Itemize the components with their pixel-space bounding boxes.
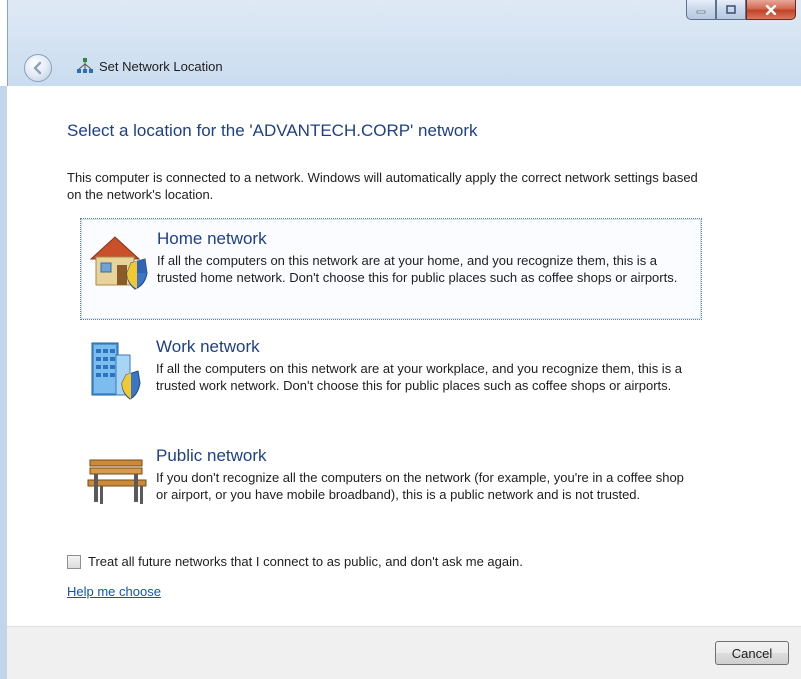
page-heading: Select a location for the 'ADVANTECH.COR… bbox=[67, 121, 478, 140]
minimize-button[interactable] bbox=[686, 0, 716, 20]
help-me-choose-link[interactable]: Help me choose bbox=[67, 584, 161, 599]
title-bar: Set Network Location bbox=[8, 0, 801, 87]
maximize-button[interactable] bbox=[716, 0, 746, 20]
back-button[interactable] bbox=[24, 54, 52, 82]
work-network-description: If all the computers on this network are… bbox=[156, 361, 683, 393]
work-network-option[interactable]: Work network If all the computers on thi… bbox=[80, 327, 700, 427]
treat-public-checkbox-label: Treat all future networks that I connect… bbox=[88, 554, 523, 569]
home-network-title: Home network bbox=[157, 229, 267, 248]
close-icon bbox=[765, 4, 777, 15]
home-network-description: If all the computers on this network are… bbox=[157, 253, 678, 285]
treat-public-checkbox[interactable] bbox=[67, 554, 81, 569]
work-network-icon bbox=[86, 337, 152, 403]
public-network-description: If you don't recognize all the computers… bbox=[156, 470, 684, 502]
window-frame-left bbox=[0, 86, 7, 679]
set-network-location-window: Set Network Location Select a location f… bbox=[0, 0, 801, 679]
intro-text: This computer is connected to a network.… bbox=[67, 170, 698, 202]
close-button[interactable] bbox=[746, 0, 796, 20]
dialog-footer: Cancel bbox=[7, 626, 801, 679]
maximize-icon bbox=[726, 5, 736, 14]
work-network-title: Work network bbox=[156, 337, 260, 356]
home-network-option[interactable]: Home network If all the computers on thi… bbox=[80, 218, 702, 320]
back-arrow-icon bbox=[33, 61, 42, 75]
caption-buttons bbox=[686, 0, 796, 20]
home-network-icon bbox=[87, 229, 153, 295]
public-network-title: Public network bbox=[156, 446, 267, 465]
treat-public-checkbox-row[interactable]: Treat all future networks that I connect… bbox=[67, 554, 523, 569]
content-area: Select a location for the 'ADVANTECH.COR… bbox=[7, 86, 801, 626]
public-network-icon bbox=[86, 446, 152, 512]
public-network-option[interactable]: Public network If you don't recognize al… bbox=[80, 436, 700, 536]
cancel-button[interactable]: Cancel bbox=[715, 641, 789, 665]
minimize-icon bbox=[696, 10, 706, 13]
network-icon bbox=[76, 57, 94, 75]
window-title: Set Network Location bbox=[99, 59, 223, 74]
